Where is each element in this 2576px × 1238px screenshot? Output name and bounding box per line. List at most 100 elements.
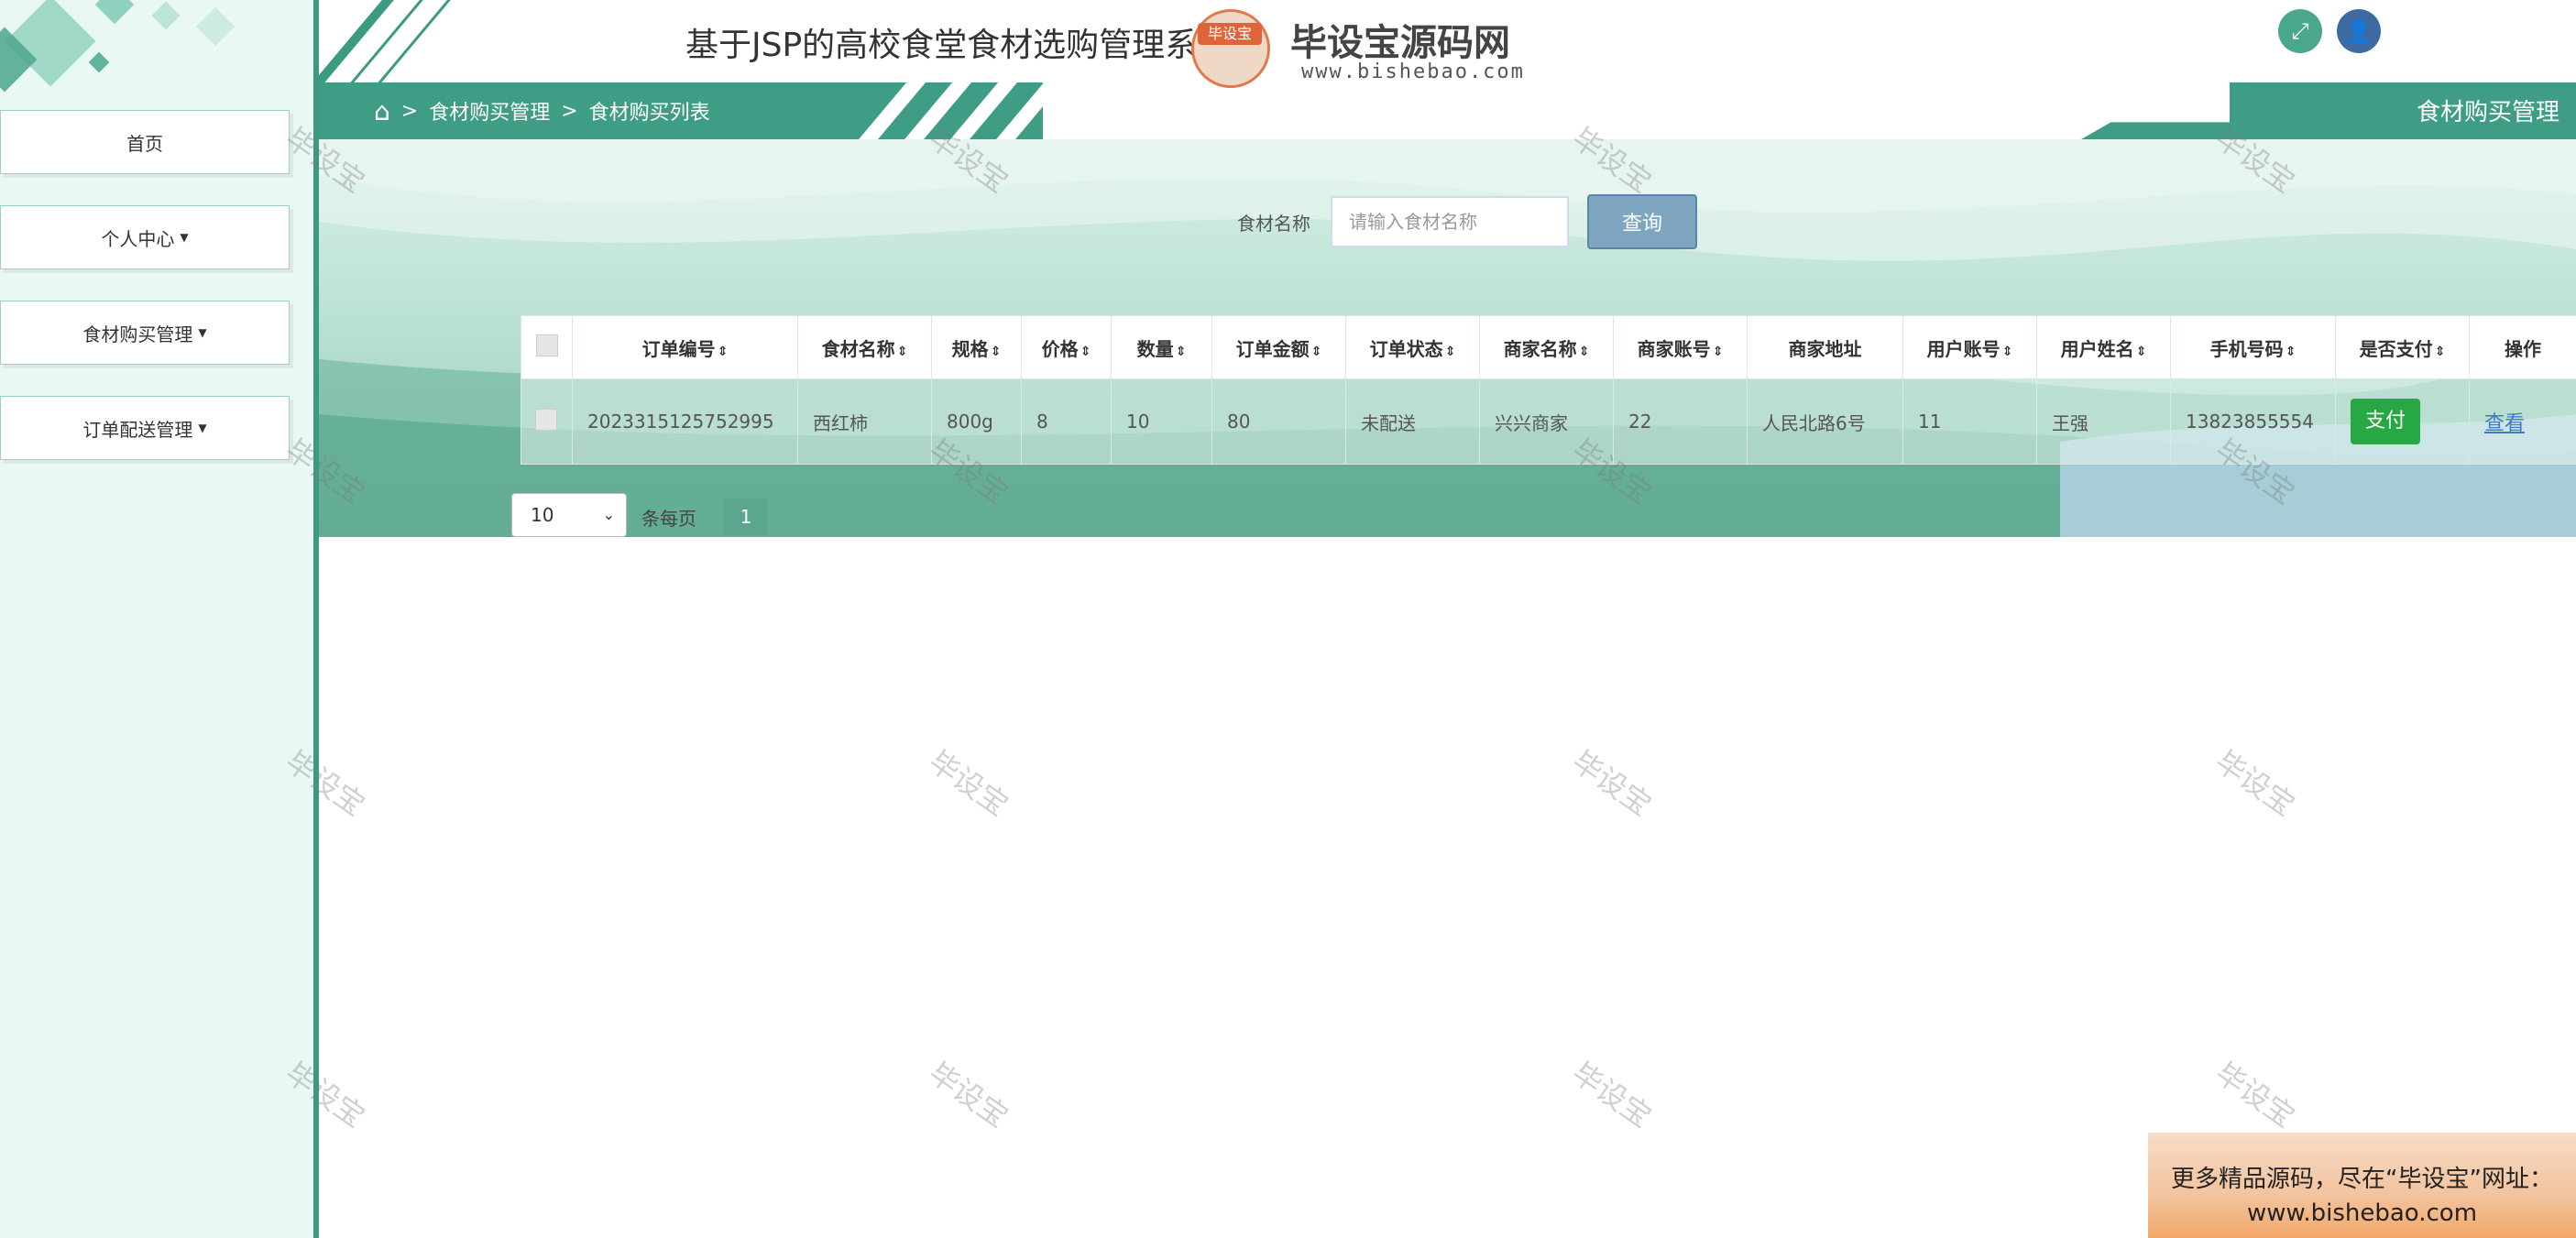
watermark: 毕设宝 <box>1565 1055 1659 1134</box>
column-header[interactable]: 用户账号 ⇕ <box>1902 315 2037 379</box>
sort-icon: ⇕ <box>2001 344 2013 359</box>
user-button[interactable]: 👤 <box>2337 9 2381 53</box>
caret-down-icon: ▼ <box>198 326 207 339</box>
sidebar-item-label: 食材购买管理 <box>82 323 193 345</box>
page-size-value: 10 <box>531 504 554 526</box>
logo-badge-icon: 毕设宝 <box>1191 9 1270 88</box>
sort-icon: ⇕ <box>990 344 1002 359</box>
sidebar-item-label: 订单配送管理 <box>82 418 193 441</box>
sidebar-item-purchase-management[interactable]: 食材购买管理 ▼ <box>0 301 290 365</box>
column-header[interactable]: 商家账号 ⇕ <box>1613 315 1748 379</box>
sidebar-decoration <box>0 0 313 101</box>
column-header[interactable]: 手机号码 ⇕ <box>2170 315 2336 379</box>
row-select-cell <box>521 378 573 465</box>
column-header[interactable]: 商家地址 <box>1747 315 1903 379</box>
watermark: 毕设宝 <box>2209 743 2302 823</box>
sort-icon: ⇕ <box>717 344 729 359</box>
breadcrumb-separator: > <box>561 99 578 123</box>
watermark: 毕设宝 <box>922 1055 1015 1134</box>
page-number-button[interactable]: 1 <box>724 498 768 535</box>
search-button[interactable]: 查询 <box>1587 194 1697 249</box>
sidebar: 首页 个人中心 ▼ 食材购买管理 ▼ 订单配送管理 ▼ <box>0 0 319 1238</box>
chevron-down-icon: ⌄ <box>602 506 615 523</box>
app-title: 基于JSP的高校食堂食材选购管理系统 <box>685 27 1232 64</box>
sort-icon: ⇕ <box>2285 344 2296 359</box>
column-header[interactable]: 用户姓名 ⇕ <box>2036 315 2171 379</box>
cell-user-name: 王强 <box>2036 378 2171 465</box>
cell-order-no: 2023315125752995 <box>572 378 798 465</box>
fullscreen-button[interactable]: ⤢ <box>2278 9 2322 53</box>
per-page-label: 条每页 <box>641 508 696 530</box>
cell-actions: 查看 <box>2469 378 2576 465</box>
page-tag-label: 食材购买管理 <box>2416 99 2560 126</box>
logo-watermark: 毕设宝 毕设宝源码网 www.bishebao.com <box>1182 5 1549 88</box>
cell-status: 未配送 <box>1345 378 1480 465</box>
data-table: 订单编号 ⇕ 食材名称 ⇕ 规格 ⇕ 价格 ⇕ 数量 ⇕ 订单金额 ⇕ 订单状态 ⇕ 商家名称… <box>521 315 2576 465</box>
cell-food-name: 西红柿 <box>797 378 932 465</box>
column-header[interactable]: 价格 ⇕ <box>1021 315 1112 379</box>
sidebar-item-home[interactable]: 首页 <box>0 110 290 174</box>
fullscreen-icon: ⤢ <box>2291 18 2309 44</box>
breadcrumb-separator: > <box>400 99 419 123</box>
watermark: 毕设宝 <box>2209 1055 2302 1134</box>
watermark: 毕设宝 <box>1565 743 1659 823</box>
sidebar-item-delivery-management[interactable]: 订单配送管理 ▼ <box>0 396 290 460</box>
column-header[interactable]: 是否支付 ⇕ <box>2335 315 2470 379</box>
column-header[interactable]: 食材名称 ⇕ <box>797 315 932 379</box>
breadcrumb-item[interactable]: 食材购买管理 <box>429 96 550 126</box>
banner-line-1: 更多精品源码，尽在“毕设宝”网址： <box>2171 1166 2553 1193</box>
sort-icon: ⇕ <box>896 344 908 359</box>
sidebar-item-label: 首页 <box>126 132 163 155</box>
sort-icon: ⇕ <box>1712 344 1724 359</box>
row-checkbox[interactable] <box>535 408 557 431</box>
cell-user-account: 11 <box>1902 378 2037 465</box>
cell-merchant-name: 兴兴商家 <box>1479 378 1614 465</box>
search-input[interactable] <box>1331 196 1569 247</box>
column-header[interactable]: 订单状态 ⇕ <box>1345 315 1480 379</box>
sort-icon: ⇕ <box>1080 344 1091 359</box>
banner-line-2[interactable]: www.bishebao.com <box>2148 1200 2576 1227</box>
caret-down-icon: ▼ <box>198 422 207 434</box>
sort-icon: ⇕ <box>1175 344 1187 359</box>
search-label: 食材名称 <box>1237 213 1310 235</box>
cell-pay: 支付 <box>2335 378 2470 465</box>
column-header[interactable]: 商家名称 ⇕ <box>1479 315 1614 379</box>
table-header-row: 订单编号 ⇕ 食材名称 ⇕ 规格 ⇕ 价格 ⇕ 数量 ⇕ 订单金额 ⇕ 订单状态 ⇕ 商家名称… <box>521 315 2576 379</box>
cell-merchant-account: 22 <box>1613 378 1748 465</box>
column-header[interactable]: 订单编号 ⇕ <box>572 315 798 379</box>
sort-icon: ⇕ <box>1310 344 1322 359</box>
cell-phone: 13823855554 <box>2170 378 2336 465</box>
page-tag: 食材购买管理 <box>2081 82 2576 139</box>
sidebar-item-personal-center[interactable]: 个人中心 ▼ <box>0 205 290 269</box>
sort-icon: ⇕ <box>1578 344 1590 359</box>
logo-badge-text: 毕设宝 <box>1198 23 1262 45</box>
watermark: 毕设宝 <box>922 743 1015 823</box>
breadcrumb: ⌂ > 食材购买管理 > 食材购买列表 <box>319 82 1043 139</box>
cell-price: 8 <box>1021 378 1112 465</box>
view-link[interactable]: 查看 <box>2484 412 2525 435</box>
pay-button[interactable]: 支付 <box>2351 399 2420 444</box>
breadcrumb-item: 食材购买列表 <box>588 102 710 125</box>
column-header[interactable]: 数量 ⇕ <box>1111 315 1212 379</box>
column-header[interactable]: 规格 ⇕ <box>931 315 1022 379</box>
sort-icon: ⇕ <box>1444 344 1456 359</box>
logo-title: 毕设宝源码网 <box>1290 22 1510 64</box>
column-header[interactable]: 订单金额 ⇕ <box>1211 315 1346 379</box>
cell-amount: 80 <box>1211 378 1346 465</box>
cell-spec: 800g <box>931 378 1022 465</box>
page-size-select[interactable]: 10 ⌄ <box>511 493 627 537</box>
home-icon[interactable]: ⌂ <box>374 96 390 126</box>
column-header: 操作 <box>2469 315 2576 379</box>
table-row: 2023315125752995 西红柿 800g 8 10 80 未配送 兴兴… <box>521 378 2576 465</box>
promo-banner: 更多精品源码，尽在“毕设宝”网址： www.bishebao.com <box>2148 1133 2576 1238</box>
select-all-checkbox[interactable] <box>535 334 558 356</box>
caret-down-icon: ▼ <box>180 231 189 244</box>
cell-quantity: 10 <box>1111 378 1212 465</box>
logo-url: www.bishebao.com <box>1301 60 1525 83</box>
header-stripe-decoration <box>319 0 484 82</box>
sort-icon: ⇕ <box>2434 344 2446 359</box>
breadcrumb-decoration <box>768 82 1043 139</box>
user-icon: 👤 <box>2345 18 2373 44</box>
sort-icon: ⇕ <box>2135 344 2147 359</box>
sidebar-item-label: 个人中心 <box>101 227 175 250</box>
